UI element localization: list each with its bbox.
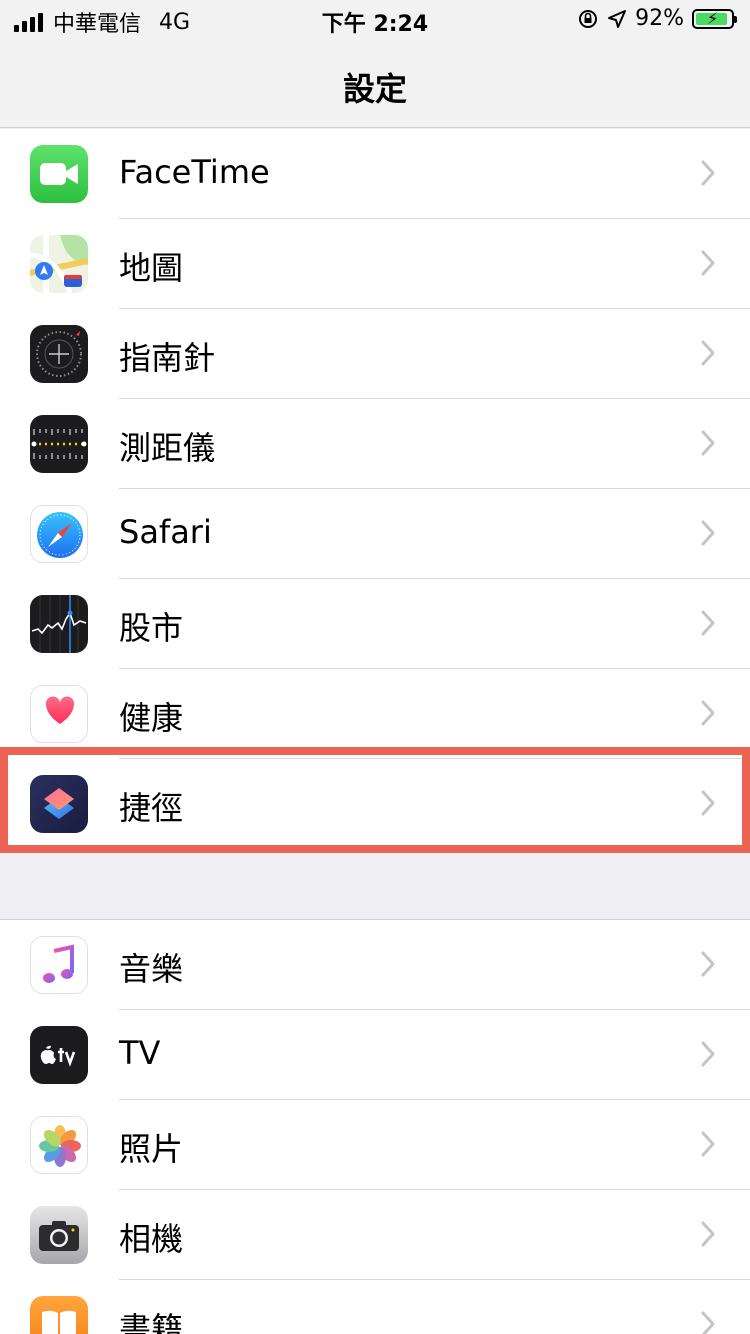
settings-item-stocks[interactable]: 股市 bbox=[0, 579, 750, 669]
tv-icon bbox=[30, 1026, 88, 1084]
settings-item-label: 健康 bbox=[119, 699, 184, 737]
settings-item-safari[interactable]: Safari bbox=[0, 489, 750, 579]
chevron-right-icon bbox=[701, 340, 715, 366]
status-right: 92% ⚡ bbox=[577, 6, 737, 31]
safari-icon bbox=[30, 505, 88, 563]
music-icon bbox=[30, 936, 88, 994]
settings-item-label: 捷徑 bbox=[119, 789, 184, 827]
chevron-right-icon bbox=[701, 1131, 715, 1157]
settings-item-maps[interactable]: 地圖 bbox=[0, 219, 750, 309]
settings-item-label: 音樂 bbox=[119, 950, 184, 988]
settings-item-label: 股市 bbox=[119, 609, 184, 647]
settings-item-camera[interactable]: 相機 bbox=[0, 1190, 750, 1280]
settings-item-shortcuts[interactable]: 捷徑 bbox=[0, 759, 750, 849]
settings-item-label: Safari bbox=[119, 513, 212, 551]
settings-item-label: TV bbox=[119, 1034, 161, 1072]
health-icon bbox=[30, 685, 88, 743]
navigation-bar: 設定 bbox=[0, 40, 750, 128]
books-icon bbox=[30, 1296, 88, 1334]
settings-item-label: 相機 bbox=[119, 1220, 184, 1258]
compass-icon bbox=[30, 325, 88, 383]
chevron-right-icon bbox=[701, 250, 715, 276]
facetime-icon bbox=[30, 145, 88, 203]
chevron-right-icon bbox=[701, 700, 715, 726]
camera-icon bbox=[30, 1206, 88, 1264]
stocks-icon bbox=[30, 595, 88, 653]
measure-icon bbox=[30, 415, 88, 473]
photos-icon bbox=[30, 1116, 88, 1174]
settings-item-label: 地圖 bbox=[119, 249, 184, 287]
settings-item-photos[interactable]: 照片 bbox=[0, 1100, 750, 1190]
chevron-right-icon bbox=[701, 610, 715, 636]
chevron-right-icon bbox=[701, 1311, 715, 1334]
settings-item-health[interactable]: 健康 bbox=[0, 669, 750, 759]
location-icon bbox=[608, 9, 627, 28]
battery-icon: ⚡ bbox=[692, 8, 737, 29]
status-bar: 中華電信 4G 下午 2:24 92% ⚡ bbox=[0, 0, 750, 40]
page-title: 設定 bbox=[342, 70, 407, 108]
chevron-right-icon bbox=[701, 951, 715, 977]
battery-percent: 92% bbox=[635, 6, 684, 31]
settings-item-books[interactable]: 書籍 bbox=[0, 1280, 750, 1334]
settings-item-label: 照片 bbox=[119, 1130, 184, 1168]
maps-icon bbox=[30, 235, 88, 293]
chevron-right-icon bbox=[701, 160, 715, 186]
settings-group-2: 音樂 TV 照片 相機 書籍 bbox=[0, 919, 750, 1334]
settings-item-measure[interactable]: 測距儀 bbox=[0, 399, 750, 489]
settings-item-label: 指南針 bbox=[119, 339, 216, 377]
settings-item-music[interactable]: 音樂 bbox=[0, 920, 750, 1010]
chevron-right-icon bbox=[701, 430, 715, 456]
rotation-lock-icon bbox=[579, 9, 598, 28]
chevron-right-icon bbox=[701, 790, 715, 816]
settings-item-facetime[interactable]: FaceTime bbox=[0, 129, 750, 219]
chevron-right-icon bbox=[701, 1041, 715, 1067]
settings-item-compass[interactable]: 指南針 bbox=[0, 309, 750, 399]
settings-item-tv[interactable]: TV bbox=[0, 1010, 750, 1100]
shortcuts-icon bbox=[30, 775, 88, 833]
chevron-right-icon bbox=[701, 1221, 715, 1247]
settings-item-label: FaceTime bbox=[119, 153, 270, 191]
settings-item-label: 測距儀 bbox=[119, 429, 216, 467]
settings-group-1: FaceTime 地圖 指南針 測距儀 Safari 股市 健康 捷徑 bbox=[0, 129, 750, 849]
settings-item-label: 書籍 bbox=[119, 1310, 184, 1334]
chevron-right-icon bbox=[701, 520, 715, 546]
